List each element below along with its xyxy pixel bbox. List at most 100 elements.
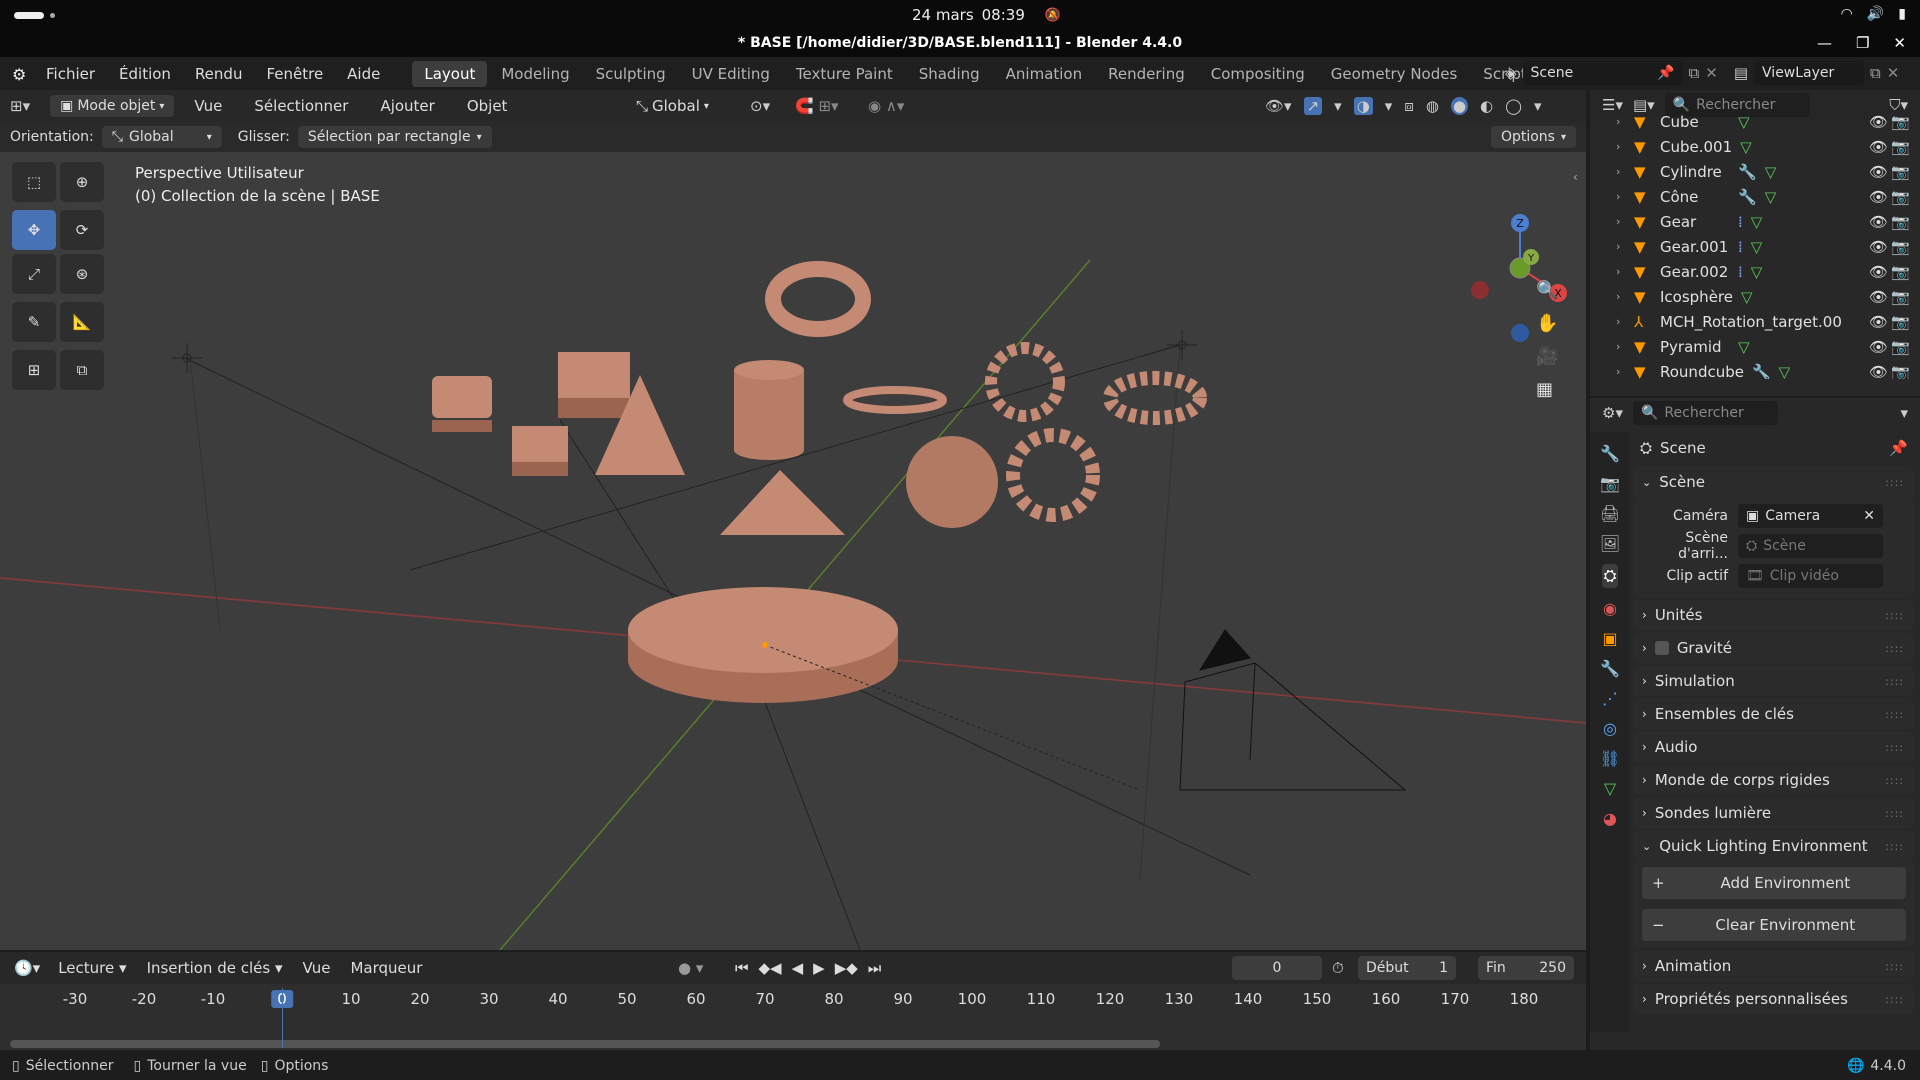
mesh-data-icon[interactable]: ▽ xyxy=(1738,113,1750,131)
output-tab-icon[interactable]: 🖨 xyxy=(1600,504,1620,523)
keying-menu[interactable]: Insertion de clés ▾ xyxy=(145,959,285,977)
activities-indicator[interactable] xyxy=(14,12,44,19)
viewlayer-tab-icon[interactable]: 🖼 xyxy=(1600,534,1620,553)
section-collapsed[interactable]: › Audio:::: xyxy=(1634,732,1914,762)
drag-handle-icon[interactable]: :::: xyxy=(1885,741,1904,754)
minimize-icon[interactable]: — xyxy=(1817,34,1832,52)
physics-tab-icon[interactable]: ◎ xyxy=(1603,719,1617,738)
viewlayer-icon[interactable]: ▤ xyxy=(1734,64,1748,82)
mesh-data-icon[interactable]: ▽ xyxy=(1765,188,1777,206)
add-environment-button[interactable]: + Add Environment xyxy=(1642,867,1906,899)
drag-handle-icon[interactable]: :::: xyxy=(1885,960,1904,973)
mesh-data-icon[interactable]: ▽ xyxy=(1751,213,1763,231)
visibility-eye-icon[interactable]: 👁 xyxy=(1869,288,1888,306)
scene-icon[interactable]: ◈ xyxy=(1505,64,1517,82)
select-box-tool[interactable]: ⬚ xyxy=(12,162,56,202)
section-collapsed[interactable]: › Propriétés personnalisées:::: xyxy=(1634,984,1914,1014)
play-icon[interactable]: ▶ xyxy=(813,959,825,977)
clock[interactable]: 24 mars 08:39 🔕 xyxy=(912,6,1061,24)
timeline-editor-icon[interactable]: 🕓▾ xyxy=(14,959,40,977)
annotate-tool[interactable]: ✎ xyxy=(12,302,56,342)
section-collapsed[interactable]: › Gravité:::: xyxy=(1634,633,1914,663)
expand-arrow-icon[interactable]: › xyxy=(1616,290,1634,303)
render-tab-icon[interactable]: 📷 xyxy=(1600,474,1620,493)
outliner-item[interactable]: › ▼ Cylindre 🔧 ▽ 👁 📷 xyxy=(1590,159,1920,184)
rotate-tool[interactable]: ⟳ xyxy=(60,210,104,250)
timer-icon[interactable]: ⏱ xyxy=(1332,959,1344,977)
tab-compositing[interactable]: Compositing xyxy=(1199,61,1317,87)
editor-type-icon[interactable]: ⊞▾ xyxy=(10,97,30,115)
drag-handle-icon[interactable]: :::: xyxy=(1885,642,1904,655)
expand-arrow-icon[interactable]: › xyxy=(1616,340,1634,353)
navigation-gizmo[interactable]: Z X Y xyxy=(1465,165,1585,365)
section-collapsed[interactable]: › Unités:::: xyxy=(1634,600,1914,630)
material-tab-icon[interactable]: ◕ xyxy=(1603,809,1617,828)
visibility-icon[interactable]: 👁▾ xyxy=(1265,97,1292,115)
render-camera-icon[interactable]: 📷 xyxy=(1891,213,1910,231)
drag-handle-icon[interactable]: :::: xyxy=(1885,609,1904,622)
tool-tab-icon[interactable]: 🔧 xyxy=(1600,444,1620,463)
volume-icon[interactable]: 🔊 xyxy=(1867,6,1884,22)
expand-arrow-icon[interactable]: › xyxy=(1616,315,1634,328)
jump-start-icon[interactable]: ⏮ xyxy=(735,959,749,977)
render-camera-icon[interactable]: 📷 xyxy=(1891,138,1910,156)
section-scene[interactable]: ⌄ Scène :::: xyxy=(1634,467,1914,497)
section-collapsed[interactable]: › Sondes lumière:::: xyxy=(1634,798,1914,828)
visibility-eye-icon[interactable]: 👁 xyxy=(1869,363,1888,380)
tab-texture-paint[interactable]: Texture Paint xyxy=(784,61,905,87)
maximize-icon[interactable]: ❐ xyxy=(1856,34,1869,52)
render-camera-icon[interactable]: 📷 xyxy=(1891,288,1910,306)
tab-rendering[interactable]: Rendering xyxy=(1096,61,1197,87)
viewport-scene[interactable] xyxy=(0,90,1586,950)
close-icon[interactable]: ✕ xyxy=(1893,34,1906,52)
scale-tool[interactable]: ⤢ xyxy=(12,254,56,294)
proportional-edit-icon[interactable]: ◉ ∧▾ xyxy=(868,97,904,115)
next-keyframe-icon[interactable]: ▶◆ xyxy=(835,959,858,977)
playhead-line[interactable] xyxy=(282,988,283,1048)
scene-tab-icon[interactable]: ⛭ xyxy=(1601,564,1619,588)
start-frame-field[interactable]: Début 1 xyxy=(1358,956,1456,980)
render-camera-icon[interactable]: 📷 xyxy=(1891,163,1910,181)
drag-handle-icon[interactable]: :::: xyxy=(1885,708,1904,721)
properties-search-input[interactable]: 🔍 Rechercher xyxy=(1632,401,1778,425)
render-camera-icon[interactable]: 📷 xyxy=(1891,238,1910,256)
wireframe-shading-icon[interactable]: ◍ xyxy=(1426,97,1439,115)
render-camera-icon[interactable]: 📷 xyxy=(1891,363,1910,380)
visibility-eye-icon[interactable]: 👁 xyxy=(1869,238,1888,256)
current-frame-field[interactable]: 0 xyxy=(1232,956,1322,980)
timeline-scrollbar[interactable] xyxy=(10,1040,1160,1048)
overlay-icon[interactable]: ◑ xyxy=(1353,97,1373,115)
modifier-icon[interactable]: 🔧 xyxy=(1738,188,1757,206)
section-collapsed[interactable]: › Monde de corps rigides:::: xyxy=(1634,765,1914,795)
timeline-view-menu[interactable]: Vue xyxy=(291,959,343,977)
drag-handle-icon[interactable]: :::: xyxy=(1885,807,1904,820)
marker-menu[interactable]: Marqueur xyxy=(348,959,424,977)
transform-tool[interactable]: ⊛ xyxy=(60,254,104,294)
outliner-item[interactable]: › ▼ Gear.001 ⁞ ▽ 👁 📷 xyxy=(1590,234,1920,259)
mesh-data-icon[interactable]: ▽ xyxy=(1751,238,1763,256)
mesh-data-icon[interactable]: ▽ xyxy=(1738,338,1750,356)
new-viewlayer-icon[interactable]: ⧉ xyxy=(1870,64,1881,82)
mesh-data-icon[interactable]: ▽ xyxy=(1751,263,1763,281)
tab-layout[interactable]: Layout xyxy=(412,60,488,87)
gizmo-dropdown-icon[interactable]: ▾ xyxy=(1334,97,1342,115)
material-shading-icon[interactable]: ◐ xyxy=(1480,97,1493,115)
visibility-eye-icon[interactable]: 👁 xyxy=(1869,163,1888,181)
modifier-icon[interactable]: 🔧 xyxy=(1738,163,1757,181)
clear-icon[interactable]: ✕ xyxy=(1863,508,1875,524)
section-collapsed[interactable]: › Simulation:::: xyxy=(1634,666,1914,696)
pin-icon[interactable]: 📌 xyxy=(1889,439,1908,457)
overlay-dropdown-icon[interactable]: ▾ xyxy=(1385,97,1393,115)
drag-handle-icon[interactable]: :::: xyxy=(1885,840,1904,853)
particles-tab-icon[interactable]: ⋰ xyxy=(1602,689,1618,708)
mesh-data-icon[interactable]: ▽ xyxy=(1765,163,1777,181)
options-dropdown[interactable]: Options ▾ xyxy=(1490,126,1576,148)
tab-shading[interactable]: Shading xyxy=(907,61,992,87)
gravity-checkbox[interactable] xyxy=(1654,641,1669,655)
modifier-icon[interactable]: ⁞ xyxy=(1738,213,1743,231)
expand-arrow-icon[interactable]: › xyxy=(1616,265,1634,278)
object-tab-icon[interactable]: ▣ xyxy=(1602,629,1617,648)
play-reverse-icon[interactable]: ◀ xyxy=(792,959,804,977)
rendered-shading-icon[interactable]: ◯ xyxy=(1505,97,1522,115)
menu-help[interactable]: Aide xyxy=(335,65,392,83)
